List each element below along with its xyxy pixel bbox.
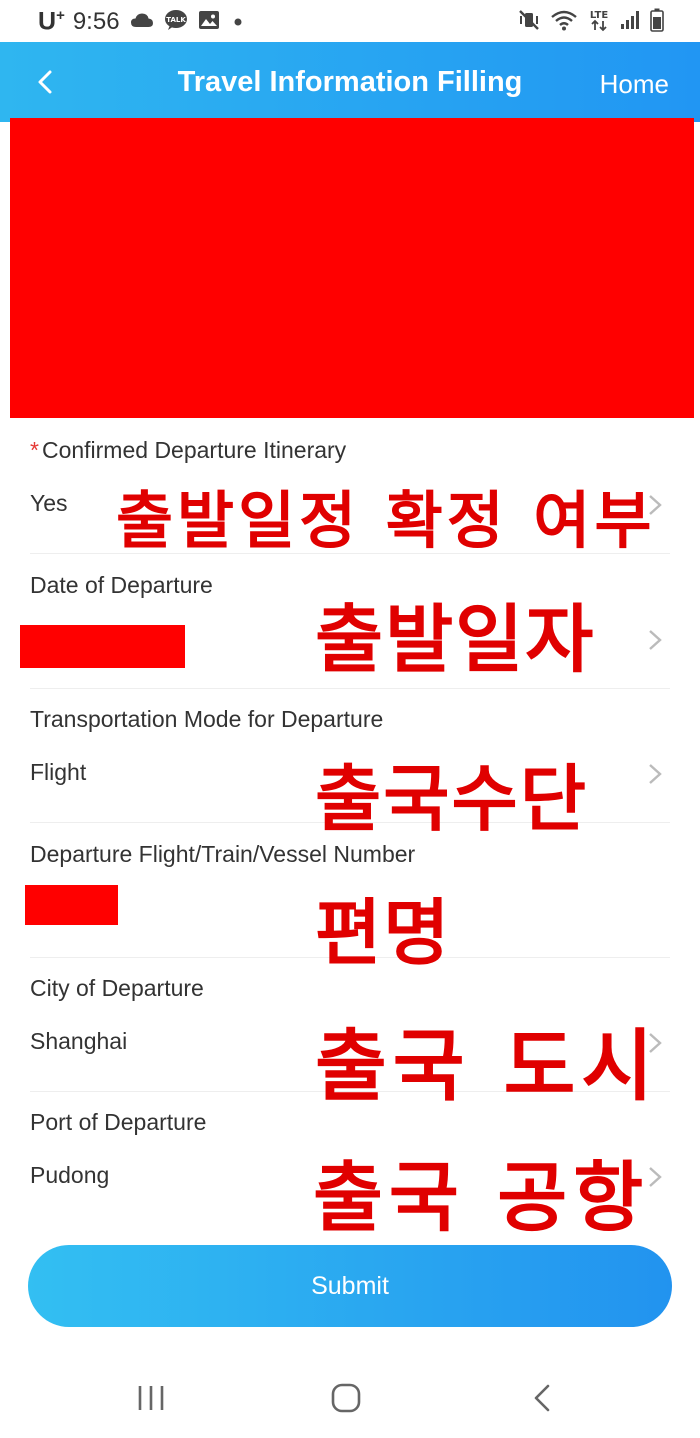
field-value: Flight bbox=[30, 759, 87, 785]
home-button[interactable]: Home bbox=[600, 69, 669, 100]
redacted-banner bbox=[10, 118, 694, 418]
home-icon bbox=[331, 1383, 361, 1413]
redacted-flight-number bbox=[25, 885, 118, 925]
recent-apps-icon bbox=[138, 1386, 164, 1410]
required-marker: * bbox=[30, 437, 39, 463]
field-label: City of Departure bbox=[30, 975, 204, 1001]
status-time: 9:56 bbox=[72, 8, 120, 35]
status-bar: U+ 9:56 TALK LTE bbox=[0, 0, 700, 42]
cloud-icon bbox=[130, 12, 154, 33]
page-title: Travel Information Filling bbox=[177, 66, 523, 98]
home-nav-button[interactable] bbox=[324, 1380, 368, 1416]
wifi-icon bbox=[550, 9, 578, 36]
redacted-date-value bbox=[20, 625, 185, 668]
chevron-right-icon bbox=[649, 764, 662, 784]
field-value: Yes bbox=[30, 490, 68, 516]
recent-apps-button[interactable] bbox=[130, 1380, 174, 1416]
field-label: Port of Departure bbox=[30, 1109, 207, 1135]
carrier-label: U+ bbox=[38, 7, 65, 36]
annotation-city: 출국 도시 bbox=[315, 1022, 660, 1112]
field-label: Date of Departure bbox=[30, 572, 213, 598]
field-label: Departure Flight/Train/Vessel Number bbox=[30, 841, 416, 867]
app-header: Travel Information Filling Home bbox=[0, 42, 700, 122]
mute-vibrate-icon bbox=[518, 9, 540, 36]
field-label: * Confirmed Departure Itinerary bbox=[30, 437, 347, 463]
field-value: Shanghai bbox=[30, 1028, 128, 1054]
chevron-right-icon bbox=[649, 630, 662, 650]
back-nav-button[interactable] bbox=[521, 1380, 565, 1416]
annotation-port: 출국 공항 bbox=[313, 1153, 650, 1242]
signal-icon bbox=[620, 10, 640, 35]
annotation-date: 출발일자 bbox=[315, 597, 596, 683]
screen: U+ 9:56 TALK LTE Travel Information Fill… bbox=[0, 0, 700, 1438]
lte-icon: LTE bbox=[588, 8, 610, 37]
dot-icon bbox=[234, 13, 242, 31]
battery-icon bbox=[650, 8, 664, 37]
svg-text:LTE: LTE bbox=[590, 10, 609, 21]
annotation-flight-number: 편명 bbox=[315, 891, 452, 975]
field-value: Pudong bbox=[30, 1162, 110, 1188]
talk-icon: TALK bbox=[164, 9, 188, 36]
submit-button[interactable]: Submit bbox=[28, 1245, 672, 1327]
gallery-icon bbox=[198, 10, 220, 35]
annotation-transport: 출국수단 bbox=[315, 757, 588, 841]
annotation-itinerary: 출발일정 확정 여부 bbox=[116, 484, 656, 557]
back-icon bbox=[534, 1384, 550, 1412]
field-label: Transportation Mode for Departure bbox=[30, 706, 384, 732]
svg-text:TALK: TALK bbox=[166, 16, 186, 24]
system-nav-bar bbox=[0, 1360, 700, 1438]
